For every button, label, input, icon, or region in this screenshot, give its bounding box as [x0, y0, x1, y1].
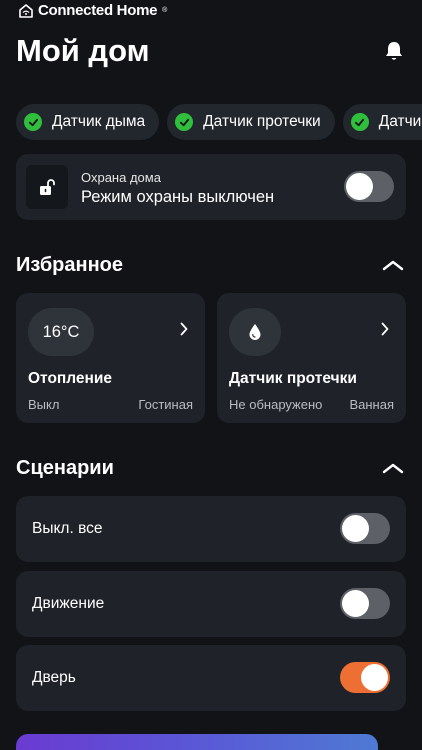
favorites-section-title: Избранное [16, 254, 124, 276]
security-mode-text: Режим охраны выключен [81, 188, 275, 206]
toggle-knob [346, 173, 373, 200]
chevron-up-icon[interactable] [382, 462, 404, 474]
status-chip-smoke-sensor[interactable]: Датчик дыма [16, 104, 160, 140]
scenario-label: Движение [32, 595, 105, 612]
scenario-label: Дверь [32, 669, 76, 686]
temperature-badge: 16°C [28, 308, 94, 356]
favorite-room: Ванная [349, 397, 394, 412]
favorite-card-heating[interactable]: 16°C Отопление Выкл Гостиная [16, 293, 205, 423]
chevron-right-icon [381, 322, 389, 336]
status-chip-label: Датчик протечки [203, 113, 321, 130]
gradient-banner[interactable] [16, 734, 378, 750]
favorite-room: Гостиная [138, 397, 193, 412]
chevron-right-icon [180, 322, 188, 336]
check-icon [24, 113, 42, 131]
bell-icon[interactable] [384, 40, 404, 62]
water-drop-icon [249, 324, 261, 340]
favorite-name: Датчик протечки [229, 370, 357, 387]
scenario-toggle-door[interactable] [340, 662, 390, 693]
scenarios-section-title: Сценарии [16, 457, 114, 479]
brand-registered-mark: ® [162, 7, 168, 14]
lock-icon-box [26, 165, 68, 209]
house-wifi-icon [19, 3, 33, 18]
page-title: Мой дом [16, 33, 150, 68]
status-chips: Датчик дыма Датчик протечки Датчик [16, 104, 422, 140]
status-chip-label: Датчик дыма [52, 113, 146, 130]
unlocked-padlock-icon [40, 179, 55, 195]
status-chip-sensor[interactable]: Датчик [342, 104, 422, 140]
toggle-knob [342, 590, 369, 617]
scenario-toggle-motion[interactable] [340, 588, 390, 619]
check-icon [175, 113, 194, 131]
chevron-up-icon[interactable] [382, 259, 404, 271]
toggle-knob [361, 664, 388, 691]
status-chip-leak-sensor[interactable]: Датчик протечки [167, 104, 335, 140]
brand-name: Connected Home [38, 2, 158, 19]
scenario-row-door[interactable]: Дверь [16, 645, 406, 711]
status-chip-label: Датчик [378, 113, 422, 130]
favorite-state: Не обнаружено [229, 397, 323, 412]
water-drop-badge [229, 308, 281, 356]
favorite-state: Выкл [28, 397, 60, 412]
home-security-card[interactable]: Охрана дома Режим охраны выключен [16, 154, 406, 220]
brand-logo: Connected Home ® [18, 2, 167, 19]
security-title: Охрана дома [81, 170, 161, 185]
scenario-label: Выкл. все [32, 520, 103, 537]
scenario-row-motion[interactable]: Движение [16, 571, 406, 637]
favorite-card-leak-sensor[interactable]: Датчик протечки Не обнаружено Ванная [217, 293, 406, 423]
check-icon [350, 113, 369, 131]
favorite-name: Отопление [28, 370, 113, 387]
scenario-toggle-all-off[interactable] [340, 513, 390, 544]
scenario-row-all-off[interactable]: Выкл. все [16, 496, 406, 562]
toggle-knob [342, 515, 369, 542]
security-toggle[interactable] [344, 171, 394, 202]
